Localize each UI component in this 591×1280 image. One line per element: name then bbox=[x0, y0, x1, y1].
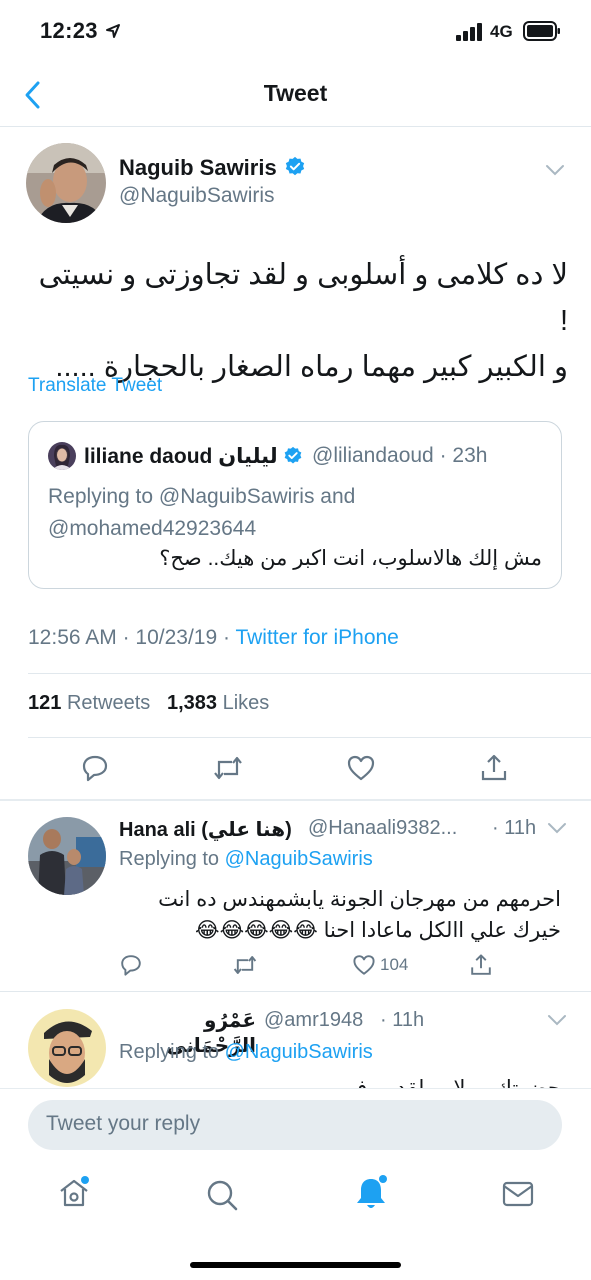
reply-avatar[interactable] bbox=[28, 1009, 106, 1087]
quoted-replying-line: Replying to @NaguibSawiris and bbox=[48, 485, 356, 508]
network-label: 4G bbox=[490, 22, 513, 41]
tab-home[interactable] bbox=[56, 1175, 92, 1211]
reply-time-value: 11h bbox=[392, 1009, 425, 1031]
divider bbox=[28, 737, 591, 738]
reply-item[interactable]: عَمْرُو الرَّحْمَانى @amr1948 · 11h Repl… bbox=[0, 992, 591, 1088]
quoted-avatar bbox=[48, 442, 76, 470]
reply-reply-button[interactable] bbox=[119, 953, 143, 977]
chevron-down-icon[interactable] bbox=[547, 821, 567, 835]
reply-text-line: احرمهم من مهرجان الجونة يابشمهندس ده انت bbox=[158, 888, 561, 911]
reply-share-button[interactable] bbox=[469, 953, 493, 977]
reply-icon bbox=[82, 755, 108, 782]
status-time: 12:23 bbox=[40, 18, 98, 43]
divider bbox=[0, 1088, 591, 1089]
quoted-handle: @liliandaoud bbox=[312, 444, 434, 467]
reply-author-name[interactable]: Hana ali (هنا علي) bbox=[119, 817, 292, 842]
replying-to-label: Replying to bbox=[119, 1041, 220, 1063]
home-icon bbox=[60, 1176, 89, 1207]
author-handle[interactable]: @NaguibSawiris bbox=[119, 184, 275, 208]
reply-input[interactable]: Tweet your reply bbox=[28, 1100, 562, 1150]
chevron-down-icon[interactable] bbox=[547, 1013, 567, 1027]
chevron-down-icon[interactable] bbox=[545, 163, 565, 177]
quoted-author: liliane daoud ليليان bbox=[84, 444, 278, 469]
reply-like-button[interactable]: 104 bbox=[352, 953, 408, 977]
retweets-label: Retweets bbox=[66, 692, 151, 714]
retweet-count: 121 bbox=[28, 692, 62, 714]
heart-icon bbox=[347, 755, 375, 781]
like-count: 1,383 bbox=[166, 692, 218, 714]
reply-time: · 11h bbox=[380, 1009, 425, 1031]
tweet-timestamp: 12:56 AM · 10/23/19 · Twitter for iPhone bbox=[28, 626, 399, 649]
reply-text-line: خيرك علي االكل ماعادا احنا 😂😂😂😂😂 bbox=[195, 919, 561, 942]
reply-replying-to: Replying to @NaguibSawiris bbox=[119, 848, 373, 871]
bell-icon bbox=[357, 1175, 387, 1208]
reply-icon bbox=[121, 955, 141, 976]
quoted-replying-line: @mohamed42923644 bbox=[48, 517, 257, 540]
tweet-source[interactable]: Twitter for iPhone bbox=[235, 626, 398, 649]
reply-button[interactable] bbox=[75, 748, 115, 788]
divider bbox=[0, 126, 591, 127]
like-button[interactable] bbox=[341, 748, 381, 788]
reply-text: احرمهم من مهرجان الجونة يابشمهندس ده انت… bbox=[119, 884, 561, 946]
verified-badge-icon bbox=[285, 156, 305, 176]
reply-author-handle[interactable]: @amr1948 bbox=[264, 1009, 363, 1032]
translate-link[interactable]: Translate Tweet bbox=[28, 375, 162, 397]
page-title: Tweet bbox=[263, 80, 328, 106]
tweet-text: لا ده كلامى و أسلوبى و لقد تجاوزتى و نسي… bbox=[28, 252, 568, 390]
replying-to-label: Replying to bbox=[119, 848, 220, 870]
retweet-icon bbox=[214, 756, 242, 780]
quoted-meta: @liliandaoud · 23h bbox=[312, 444, 488, 467]
likes-label: Likes bbox=[222, 692, 270, 714]
likes-stat[interactable]: 1,383 Likes bbox=[167, 692, 269, 714]
reply-avatar[interactable] bbox=[28, 817, 106, 895]
replying-to-handle[interactable]: @NaguibSawiris bbox=[225, 848, 373, 870]
reply-text: حضرتك ... لا ... لقد ... فى bbox=[119, 1076, 561, 1088]
quoted-time: 23h bbox=[452, 444, 488, 467]
reply-author-handle[interactable]: @Hanaali9382... bbox=[308, 817, 457, 840]
divider bbox=[28, 673, 591, 674]
quoted-replying: Replying to @NaguibSawiris and @mohamed4… bbox=[48, 481, 355, 545]
reply-time: · 11h bbox=[492, 817, 537, 839]
share-icon bbox=[481, 754, 507, 781]
verified-badge-icon bbox=[284, 446, 302, 464]
quoted-text: مش إلك هالاسلوب، انت اكبر من هيك.. صح؟ bbox=[159, 547, 542, 570]
tweet-time: 12:56 AM bbox=[28, 626, 117, 649]
tab-notifications[interactable] bbox=[352, 1173, 390, 1213]
retweet-icon bbox=[233, 956, 257, 974]
replying-to-handle[interactable]: @NaguibSawiris bbox=[225, 1041, 373, 1063]
tab-search[interactable] bbox=[204, 1177, 240, 1213]
tab-messages[interactable] bbox=[501, 1179, 535, 1209]
mail-icon bbox=[502, 1181, 534, 1207]
reply-replying-to: Replying to @NaguibSawiris bbox=[119, 1041, 373, 1064]
retweet-button[interactable] bbox=[208, 748, 248, 788]
tweet-stats: 121 Retweets 1,383 Likes bbox=[28, 692, 269, 715]
home-indicator bbox=[190, 1262, 401, 1268]
heart-icon bbox=[353, 955, 375, 975]
reply-time-value: 11h bbox=[504, 817, 537, 839]
search-icon bbox=[207, 1180, 238, 1211]
reply-like-count: 104 bbox=[380, 955, 409, 974]
tweet-date: 10/23/19 bbox=[135, 626, 218, 649]
share-button[interactable] bbox=[474, 748, 514, 788]
reply-retweet-button[interactable] bbox=[232, 953, 258, 977]
retweets-stat[interactable]: 121 Retweets bbox=[28, 692, 150, 714]
location-arrow-icon bbox=[106, 24, 120, 38]
share-icon bbox=[471, 954, 491, 975]
avatar[interactable] bbox=[26, 143, 106, 223]
signal-icon bbox=[456, 23, 482, 41]
author-name[interactable]: Naguib Sawiris bbox=[119, 155, 277, 181]
battery-icon bbox=[523, 21, 560, 41]
quoted-name: liliane daoud ليليان bbox=[84, 445, 278, 468]
tweet-text-line: لا ده كلامى و أسلوبى و لقد تجاوزتى و نسي… bbox=[38, 259, 568, 337]
